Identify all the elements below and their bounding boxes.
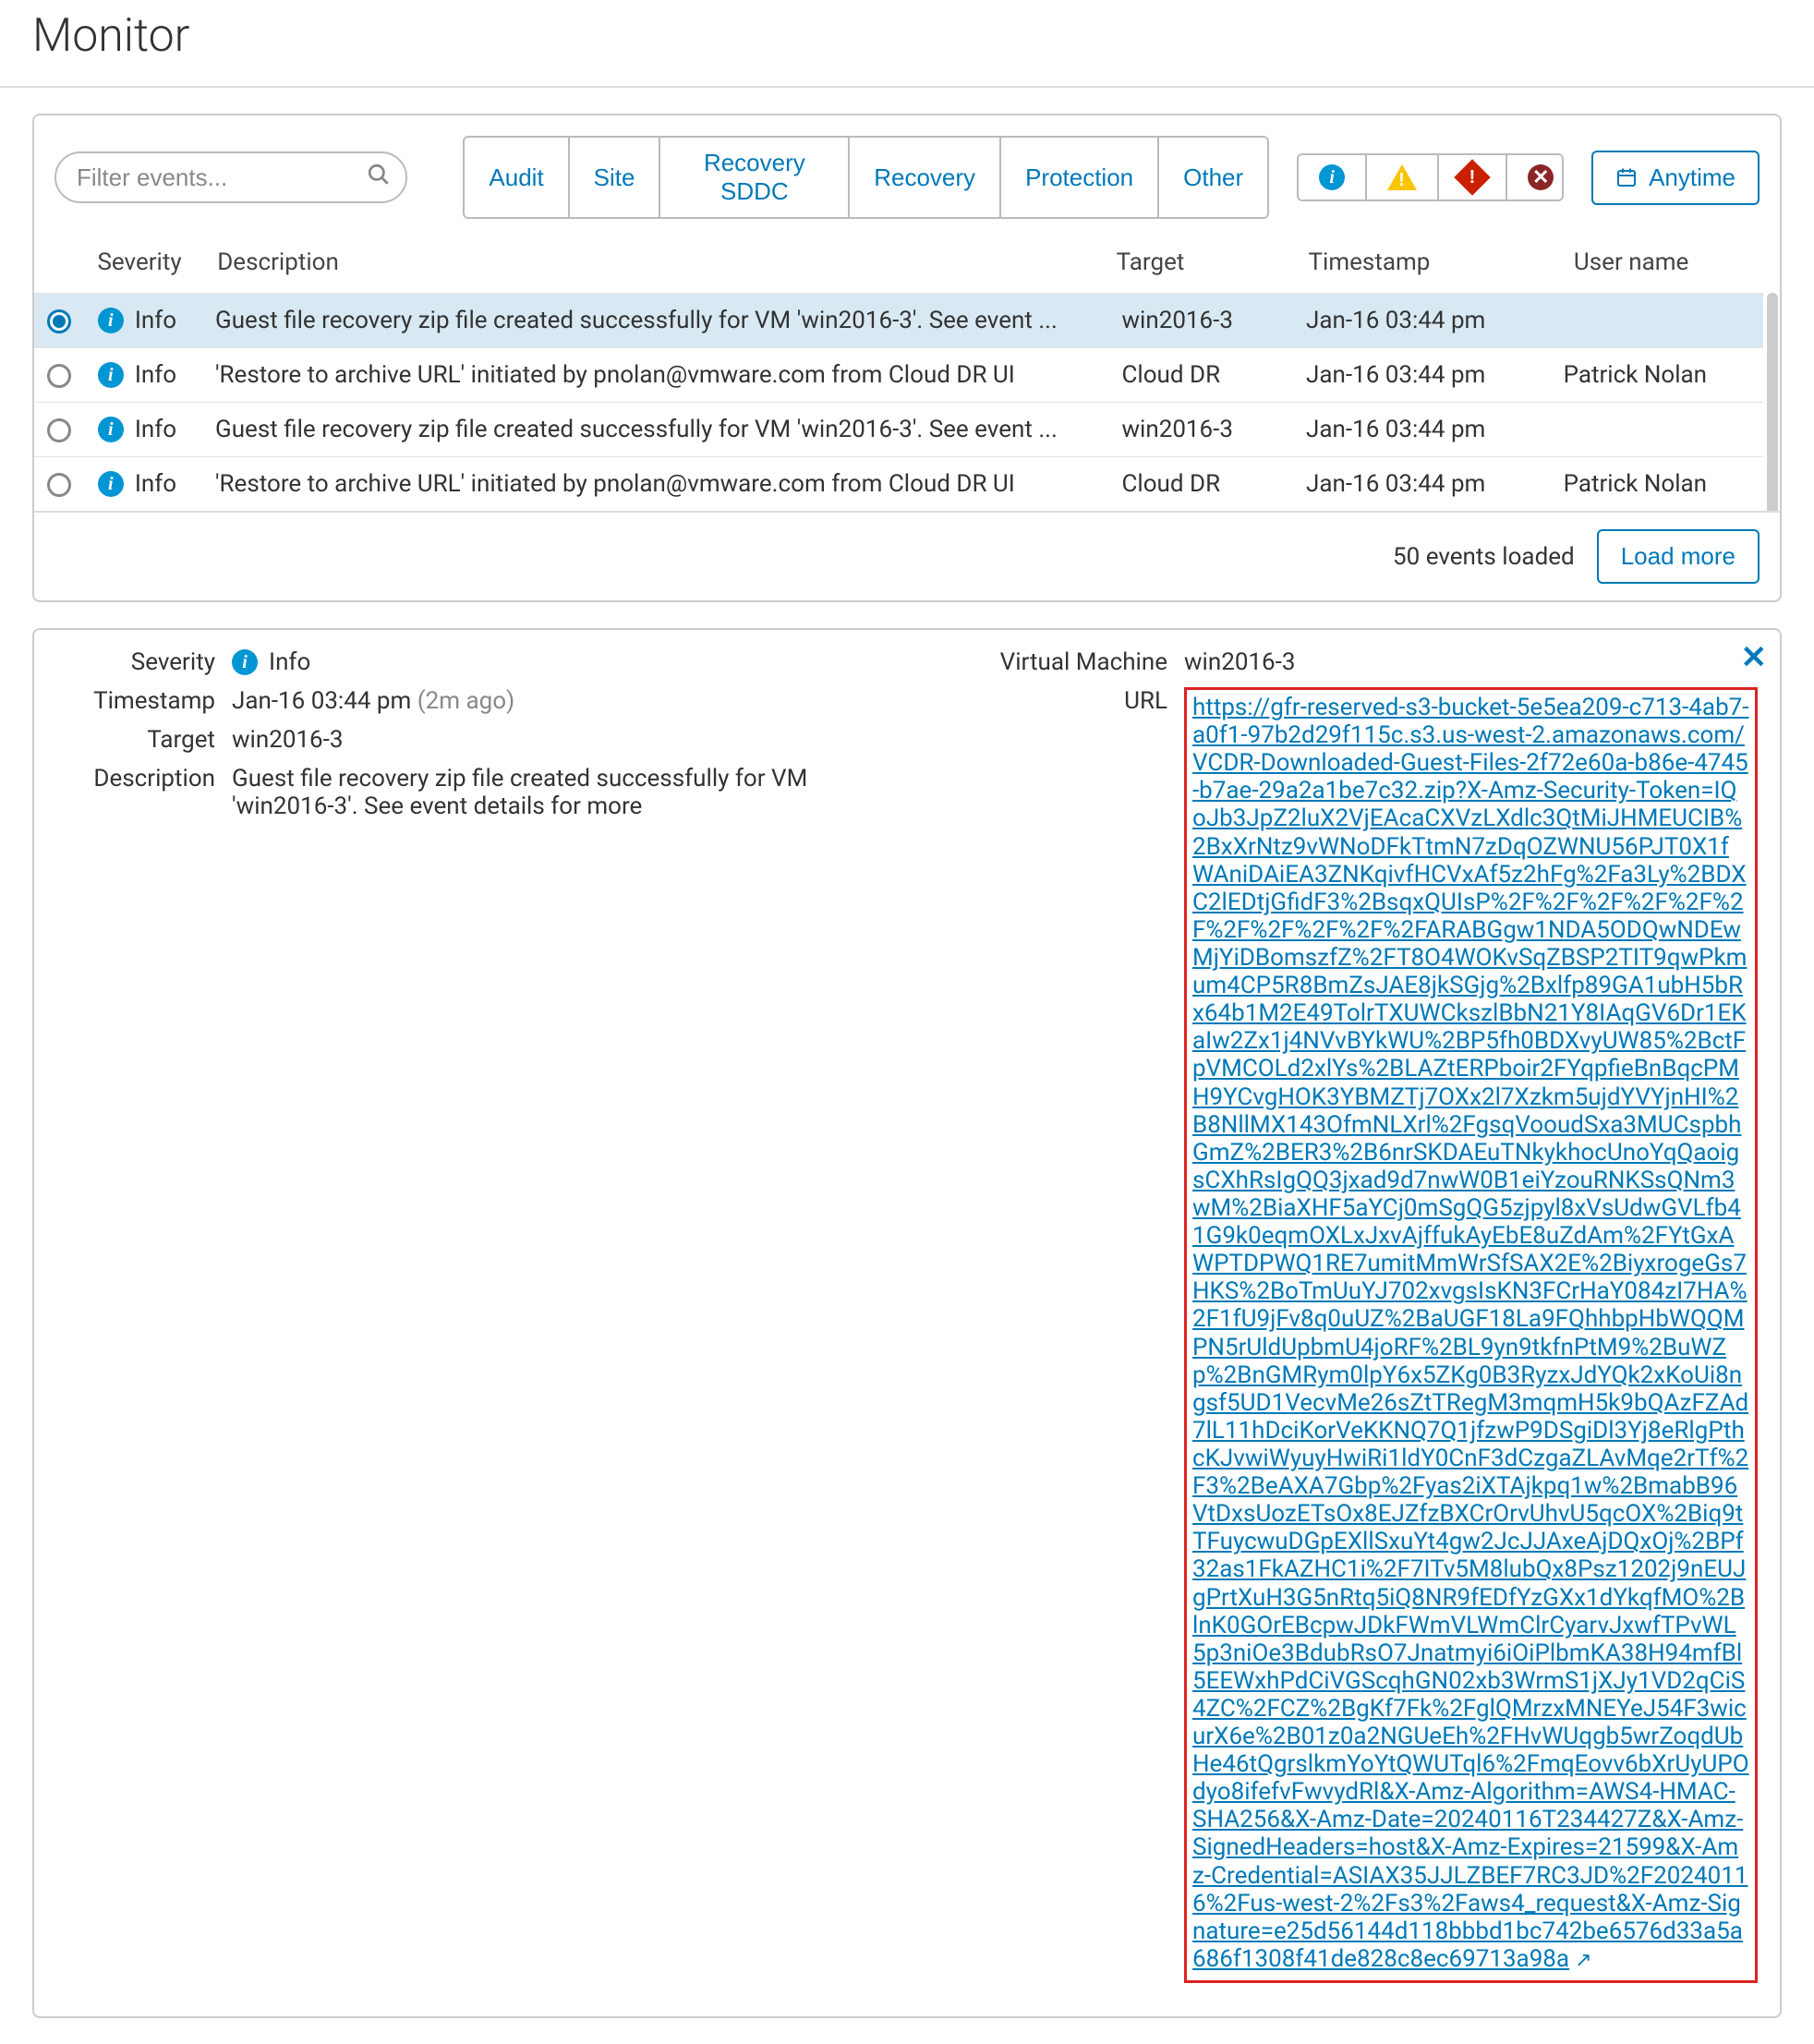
filter-audit[interactable]: Audit [465,138,569,217]
row-radio[interactable] [47,473,71,497]
row-severity: Info [135,361,176,389]
time-filter-label: Anytime [1649,163,1735,192]
event-details-panel: ✕ Severity i Info Timestamp Jan-16 03:44… [32,628,1782,2018]
search-icon [367,163,391,192]
row-description: Guest file recovery zip file created suc… [202,403,1109,457]
col-description[interactable]: Description [204,239,1103,293]
filter-site[interactable]: Site [570,138,661,217]
col-user[interactable]: User name [1561,239,1780,293]
info-icon: i [232,649,258,675]
detail-url-link[interactable]: https://gfr-reserved-s3-bucket-5e5ea209-… [1192,694,1749,1973]
filter-recovery[interactable]: Recovery [850,138,1001,217]
calendar-icon [1615,166,1638,188]
table-row[interactable]: i Info 'Restore to archive URL' initiated … [34,457,1763,512]
load-more-button[interactable]: Load more [1597,529,1760,584]
filter-error[interactable] [1439,155,1507,200]
detail-description: Guest file recovery zip file created suc… [232,765,907,820]
label-description: Description [56,765,232,792]
error-icon [1454,159,1491,196]
row-radio[interactable] [47,309,71,333]
row-description: Guest file recovery zip file created suc… [202,294,1109,348]
row-timestamp: Jan-16 03:44 pm [1293,348,1551,403]
row-timestamp: Jan-16 03:44 pm [1293,294,1551,348]
row-target: Cloud DR [1108,457,1293,512]
row-severity: Info [135,470,176,498]
row-timestamp: Jan-16 03:44 pm [1293,403,1551,457]
label-virtual-machine: Virtual Machine [907,648,1184,676]
filter-protection[interactable]: Protection [1001,138,1159,217]
info-icon: i [98,471,124,497]
detail-timestamp-relative: (2m ago) [417,687,514,715]
filter-info[interactable]: i [1299,155,1367,200]
critical-icon: ✕ [1528,164,1554,190]
page-title: Monitor [0,0,1814,86]
info-icon: i [98,362,124,388]
info-icon: i [98,308,124,333]
row-radio[interactable] [47,364,71,388]
detail-severity: Info [269,648,310,676]
search-input[interactable] [54,151,407,203]
row-severity: Info [135,416,176,443]
filter-warning[interactable] [1367,155,1439,200]
col-target[interactable]: Target [1104,239,1296,293]
row-user [1551,403,1763,457]
filter-other[interactable]: Other [1159,138,1267,217]
events-panel: Audit Site Recovery SDDC Recovery Protec… [32,114,1782,602]
category-filter-group: Audit Site Recovery SDDC Recovery Protec… [463,136,1269,219]
col-severity[interactable]: Severity [84,239,204,293]
external-link-icon: ↗ [1575,1949,1591,1972]
toolbar: Audit Site Recovery SDDC Recovery Protec… [34,115,1780,239]
info-icon: i [1319,164,1345,190]
filter-search [54,151,407,203]
label-severity: Severity [56,648,232,676]
label-timestamp: Timestamp [56,687,232,715]
row-severity: Info [135,307,176,334]
row-timestamp: Jan-16 03:44 pm [1293,457,1551,512]
table-row[interactable]: i Info 'Restore to archive URL' initiated … [34,348,1763,403]
row-target: win2016-3 [1108,403,1293,457]
severity-filter-group: i ✕ [1297,153,1564,201]
col-timestamp[interactable]: Timestamp [1296,239,1561,293]
events-table: Severity Description Target Timestamp Us… [34,239,1780,293]
label-url: URL [907,687,1184,715]
filter-recovery-sddc[interactable]: Recovery SDDC [660,138,850,217]
events-loaded-text: 50 events loaded [1393,543,1575,571]
divider [0,86,1814,88]
filter-critical[interactable]: ✕ [1507,155,1564,200]
row-radio[interactable] [47,418,71,442]
table-row[interactable]: i Info Guest file recovery zip file create… [34,403,1763,457]
table-footer: 50 events loaded Load more [34,511,1780,600]
detail-target: win2016-3 [232,726,907,754]
detail-timestamp: Jan-16 03:44 pm [232,687,411,715]
time-filter-button[interactable]: Anytime [1591,151,1760,205]
info-icon: i [98,417,124,442]
scrollbar[interactable] [1767,293,1778,511]
detail-virtual-machine: win2016-3 [1184,648,1758,676]
row-target: Cloud DR [1108,348,1293,403]
row-target: win2016-3 [1108,294,1293,348]
table-row[interactable]: i Info Guest file recovery zip file create… [34,294,1763,348]
label-target: Target [56,726,232,754]
row-user: Patrick Nolan [1551,348,1763,403]
row-user [1551,294,1763,348]
row-user: Patrick Nolan [1551,457,1763,512]
row-description: 'Restore to archive URL' initiated by pn… [202,348,1109,403]
close-icon[interactable]: ✕ [1741,639,1768,676]
warning-icon [1387,164,1417,190]
row-description: 'Restore to archive URL' initiated by pn… [202,457,1109,512]
